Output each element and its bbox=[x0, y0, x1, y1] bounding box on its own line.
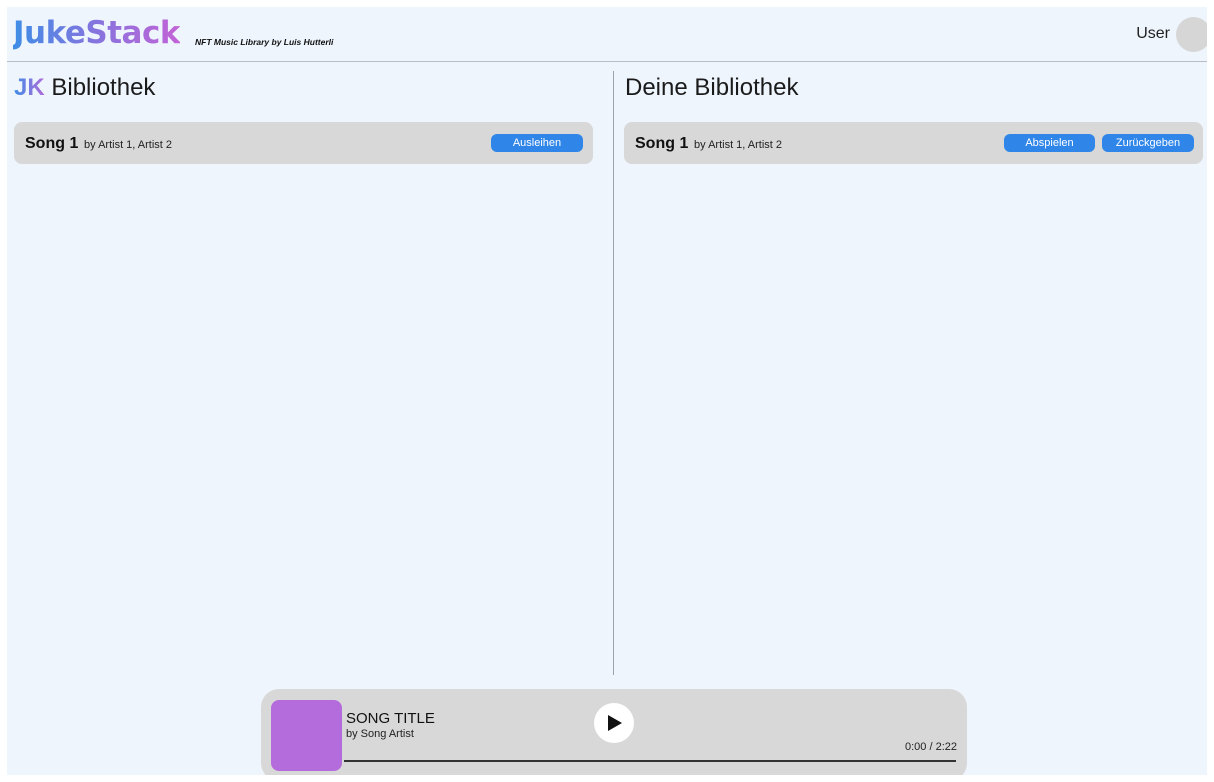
app-subtitle: NFT Music Library by Luis Hutterli bbox=[195, 37, 334, 47]
my-library-song-row: Song 1 by Artist 1, Artist 2 Abspielen Z… bbox=[624, 122, 1203, 164]
play-button[interactable] bbox=[594, 703, 634, 743]
player-song-artist: by Song Artist bbox=[346, 728, 414, 740]
return-song-button[interactable]: Zurückgeben bbox=[1102, 134, 1194, 152]
app-logo[interactable]: JukeStack bbox=[13, 13, 180, 53]
borrow-button[interactable]: Ausleihen bbox=[491, 134, 583, 152]
music-player: SONG TITLE by Song Artist 0:00 / 2:22 bbox=[261, 689, 967, 775]
progress-fill bbox=[344, 760, 956, 762]
library-song-row: Song 1 by Artist 1, Artist 2 Ausleihen bbox=[14, 122, 593, 164]
jk-title-prefix: JK bbox=[14, 74, 45, 101]
user-label[interactable]: User bbox=[1136, 25, 1170, 43]
jk-library-panel: JK Bibliothek Song 1 by Artist 1, Artist… bbox=[7, 62, 613, 687]
app-window: JukeStack NFT Music Library by Luis Hutt… bbox=[7, 7, 1207, 775]
play-song-button[interactable]: Abspielen bbox=[1004, 134, 1095, 152]
progress-bar[interactable] bbox=[344, 760, 956, 762]
song-title: Song 1 bbox=[635, 135, 689, 152]
jk-title-text: Bibliothek bbox=[51, 74, 156, 101]
avatar[interactable] bbox=[1176, 17, 1207, 52]
play-icon bbox=[608, 715, 622, 731]
album-cover bbox=[271, 700, 342, 771]
my-library-title: Deine Bibliothek bbox=[625, 74, 799, 101]
player-song-title: SONG TITLE bbox=[346, 710, 435, 727]
jk-library-title: JK Bibliothek bbox=[14, 73, 155, 103]
player-time: 0:00 / 2:22 bbox=[905, 741, 957, 753]
my-library-panel: Deine Bibliothek Song 1 by Artist 1, Art… bbox=[616, 62, 1207, 687]
song-artists: by Artist 1, Artist 2 bbox=[694, 139, 783, 151]
song-artists: by Artist 1, Artist 2 bbox=[84, 139, 173, 151]
song-title: Song 1 bbox=[25, 135, 79, 152]
header: JukeStack NFT Music Library by Luis Hutt… bbox=[7, 7, 1207, 62]
panel-divider bbox=[613, 71, 614, 675]
